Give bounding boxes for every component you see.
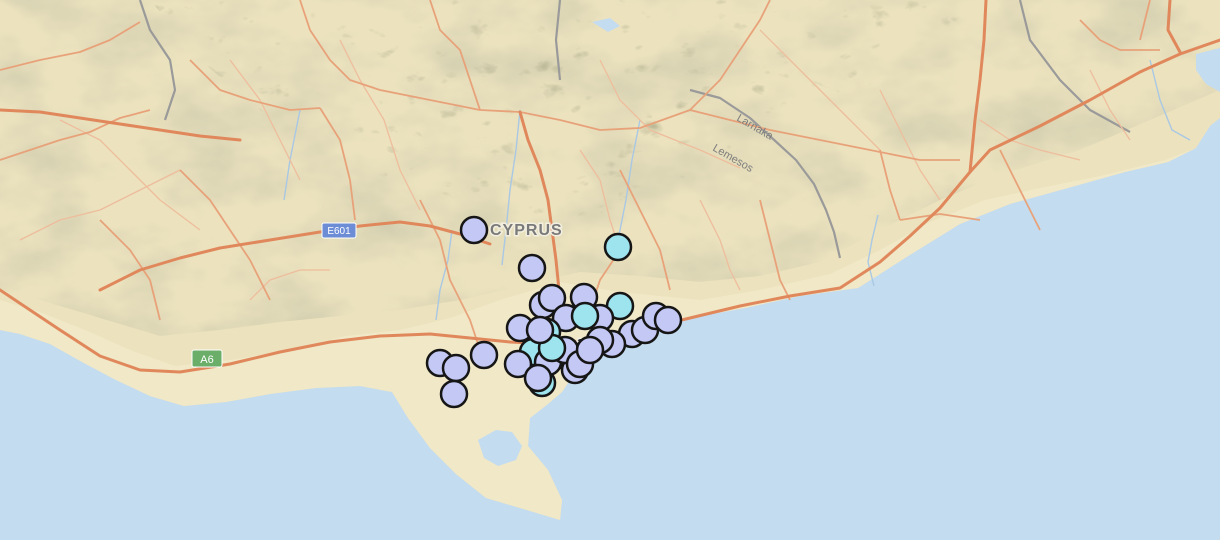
map-marker-m3[interactable] bbox=[517, 253, 547, 283]
map-marker-m20[interactable] bbox=[441, 353, 471, 383]
map-marker-m35[interactable] bbox=[575, 335, 605, 365]
map-marker-m2[interactable] bbox=[603, 232, 633, 262]
country-label: CYPRUS bbox=[490, 222, 563, 239]
e601-shield: E601 bbox=[321, 222, 357, 239]
a6-shield: A6 bbox=[191, 349, 223, 368]
map-marker-m16[interactable] bbox=[653, 305, 683, 335]
map-marker-m33[interactable] bbox=[525, 315, 555, 345]
map-marker-m30[interactable] bbox=[523, 363, 553, 393]
a6-label: A6 bbox=[200, 354, 213, 366]
map-marker-m31[interactable] bbox=[439, 379, 469, 409]
e601-label: E601 bbox=[327, 226, 351, 237]
map-marker-m10[interactable] bbox=[570, 301, 600, 331]
map-svg[interactable]: E601 A6 Larnaka Lemesos CYPRUS ass bbox=[0, 0, 1220, 540]
map-marker-m18[interactable] bbox=[469, 340, 499, 370]
map-marker-m1[interactable] bbox=[459, 215, 489, 245]
map-canvas[interactable]: E601 A6 Larnaka Lemesos CYPRUS ass bbox=[0, 0, 1220, 540]
